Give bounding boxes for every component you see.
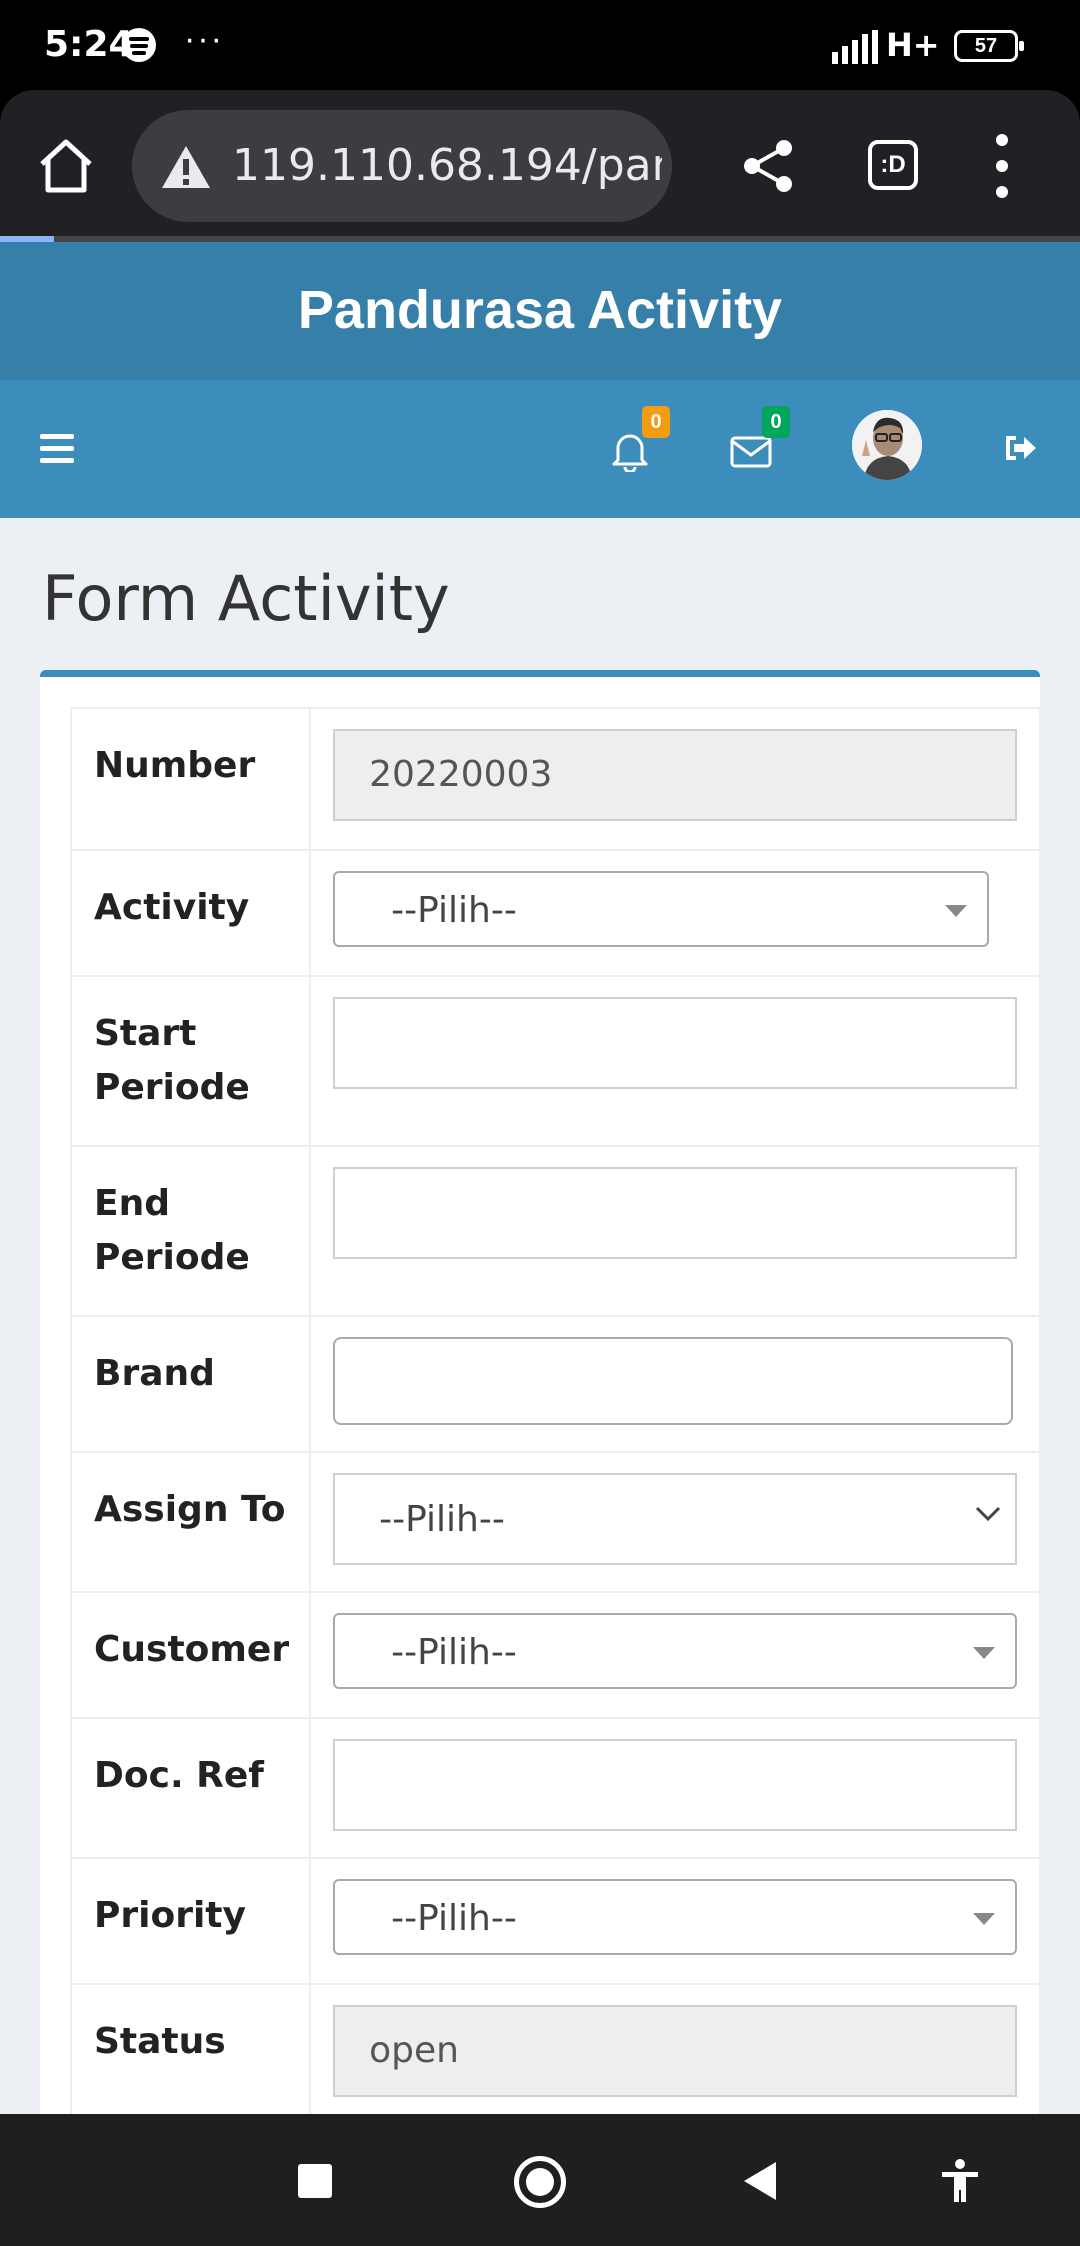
address-bar[interactable]: 119.110.68.194/pandurasa: [132, 110, 672, 222]
avatar[interactable]: [852, 410, 922, 480]
form-row-activity: Activity --Pilih--: [69, 849, 1042, 977]
form-box: Number 20220003 Activity --Pilih-- Start…: [40, 670, 1042, 2114]
network-type: H+: [886, 26, 940, 64]
system-navigation-bar: [0, 2114, 1080, 2246]
status-field[interactable]: open: [333, 2005, 1018, 2097]
sign-out-icon[interactable]: [1002, 432, 1038, 464]
form-row-customer: Customer --Pilih--: [69, 1591, 1042, 1719]
browser-menu-icon[interactable]: [990, 134, 1014, 198]
top-navbar: 0 0: [0, 380, 1080, 518]
assign-to-select-value: --Pilih--: [379, 1499, 505, 1540]
caret-down-icon: [973, 1647, 996, 1659]
customer-cell: --Pilih--: [309, 1591, 1042, 1719]
activity-select[interactable]: --Pilih--: [333, 871, 990, 947]
brand-cell: [309, 1315, 1042, 1453]
doc-ref-label: Doc. Ref: [69, 1717, 312, 1859]
home-button-icon[interactable]: [514, 2156, 566, 2208]
number-label: Number: [69, 707, 312, 851]
status-time: 5:24: [44, 24, 134, 65]
start-periode-label: Start Periode: [69, 975, 312, 1147]
chevron-down-icon: [976, 1506, 1001, 1522]
url-text: 119.110.68.194/pandurasa: [232, 140, 662, 191]
customer-select[interactable]: --Pilih--: [333, 1613, 1018, 1689]
start-periode-cell: [309, 975, 1042, 1147]
brand-label: Brand: [69, 1315, 312, 1453]
status-cell: open: [309, 1983, 1042, 2114]
menu-toggle-icon[interactable]: [40, 434, 74, 464]
activity-cell: --Pilih--: [309, 849, 1042, 977]
form-row-doc-ref: Doc. Ref: [69, 1717, 1042, 1859]
caret-down-icon: [945, 905, 968, 917]
status-label: Status: [69, 1983, 312, 2114]
number-cell: 20220003: [309, 707, 1042, 851]
customer-select-value: --Pilih--: [391, 1632, 517, 1673]
form-row-start-periode: Start Periode: [69, 975, 1042, 1147]
form-row-end-periode: End Periode: [69, 1145, 1042, 1317]
form-row-status: Status open: [69, 1983, 1042, 2114]
end-periode-field[interactable]: [333, 1167, 1018, 1259]
share-icon[interactable]: [740, 138, 796, 194]
messages-badge: 0: [762, 406, 790, 438]
priority-label: Priority: [69, 1857, 312, 1985]
notifications-badge: 0: [642, 406, 670, 438]
more-notifications-icon: ···: [184, 20, 224, 58]
form-row-number: Number 20220003: [69, 707, 1042, 851]
envelope-icon[interactable]: [730, 436, 772, 468]
web-page: Pandurasa Activity 0 0 Form Activity Num…: [0, 242, 1080, 2114]
assign-to-label: Assign To: [69, 1451, 312, 1593]
end-periode-label: End Periode: [69, 1145, 312, 1317]
status-bar: 5:24 ··· H+ 57: [0, 0, 1080, 90]
tab-switcher-button[interactable]: :D: [868, 140, 918, 190]
home-icon[interactable]: [36, 136, 96, 196]
customer-label: Customer: [69, 1591, 312, 1719]
signal-icon: [832, 30, 878, 64]
activity-form: Number 20220003 Activity --Pilih-- Start…: [69, 707, 1042, 2114]
assign-to-select[interactable]: --Pilih--: [333, 1473, 1018, 1565]
doc-ref-cell: [309, 1717, 1042, 1859]
activity-select-value: --Pilih--: [391, 890, 517, 931]
app-title: Pandurasa Activity: [0, 242, 1080, 380]
form-row-brand: Brand: [69, 1315, 1042, 1453]
recent-apps-icon[interactable]: [298, 2164, 332, 2198]
start-periode-field[interactable]: [333, 997, 1018, 1089]
page-title: Form Activity: [42, 562, 450, 635]
priority-select[interactable]: --Pilih--: [333, 1879, 1018, 1955]
assign-to-cell: --Pilih--: [309, 1451, 1042, 1593]
end-periode-cell: [309, 1145, 1042, 1317]
activity-label: Activity: [69, 849, 312, 977]
spotify-icon: [122, 28, 156, 62]
number-field[interactable]: 20220003: [333, 729, 1018, 821]
battery-icon: 57: [954, 30, 1024, 62]
brand-field[interactable]: [333, 1337, 1014, 1425]
doc-ref-field[interactable]: [333, 1739, 1018, 1831]
warning-icon: [162, 146, 210, 188]
form-row-priority: Priority --Pilih--: [69, 1857, 1042, 1985]
form-row-assign-to: Assign To --Pilih--: [69, 1451, 1042, 1593]
priority-select-value: --Pilih--: [391, 1898, 517, 1939]
accessibility-icon[interactable]: [938, 2158, 982, 2204]
browser-toolbar: 119.110.68.194/pandurasa :D: [0, 90, 1080, 240]
caret-down-icon: [973, 1913, 996, 1925]
priority-cell: --Pilih--: [309, 1857, 1042, 1985]
back-icon[interactable]: [744, 2162, 776, 2200]
